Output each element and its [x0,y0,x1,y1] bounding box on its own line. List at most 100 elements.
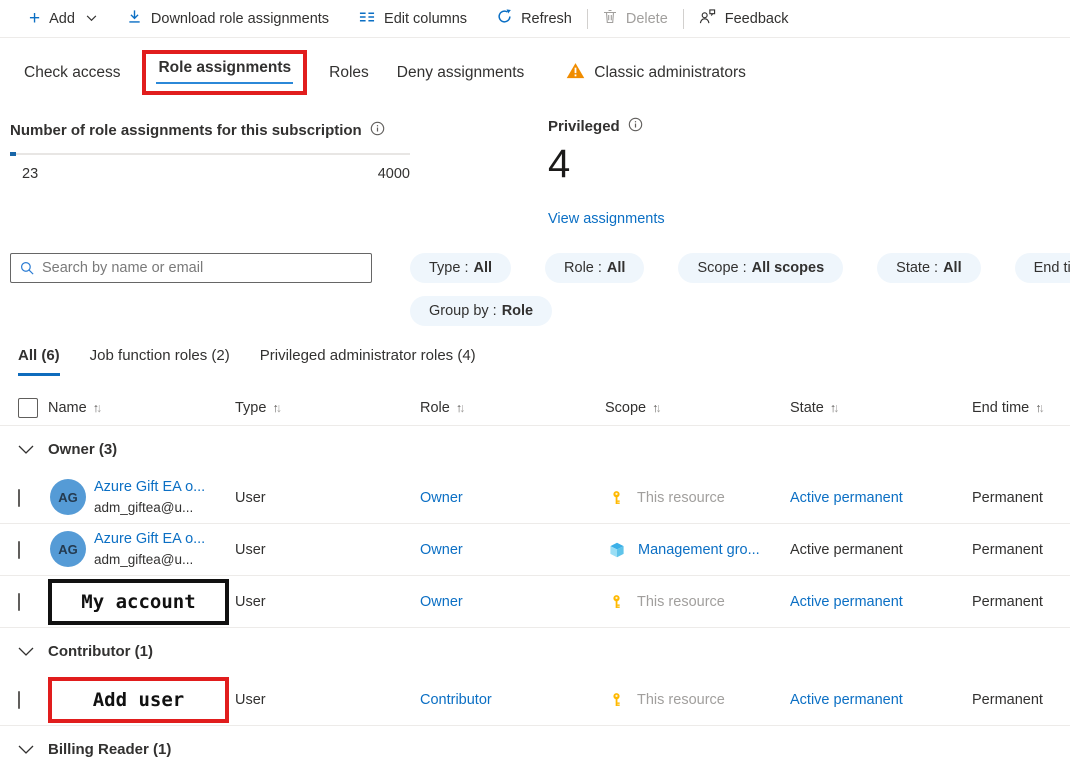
tab-deny-assignments[interactable]: Deny assignments [383,64,539,82]
annotation-box-black: My account [48,579,229,625]
pill-value: All [474,260,493,276]
scope-label[interactable]: Management gro... [638,542,760,558]
pill-label: End time : [1034,260,1070,276]
pill-label: Group by : [429,303,497,319]
chevron-down-icon[interactable] [18,445,48,454]
principal-name-link[interactable]: Azure Gift EA o... [94,529,205,550]
pill-value: All [607,260,626,276]
assignments-progress-fill [10,152,16,156]
info-icon[interactable] [628,117,643,136]
feedback-button[interactable]: Feedback [684,9,804,29]
group-header-row[interactable]: Contributor (1) [0,628,1070,674]
row-checkbox[interactable] [18,489,20,507]
group-header-label: Billing Reader (1) [48,741,235,758]
select-all-checkbox[interactable] [18,398,38,418]
group-by-pill[interactable]: Group by :Role [410,296,552,326]
filter-pill-type[interactable]: Type :All [410,253,511,283]
table-row: AGAzure Gift EA o...adm_giftea@u...UserO… [0,524,1070,576]
group-header-row[interactable]: Owner (3) [0,426,1070,472]
column-label: Name [48,400,87,416]
column-label: End time [972,400,1029,416]
chevron-down-icon [86,15,97,22]
assignments-progress-bar [10,153,410,155]
view-assignments-link[interactable]: View assignments [548,211,665,227]
privileged-count: 4 [548,142,665,187]
state-cell[interactable]: Active permanent [790,594,903,610]
state-cell[interactable]: Active permanent [790,490,903,506]
role-link[interactable]: Contributor [420,692,492,708]
column-header-name[interactable]: Name↑↓ [48,400,235,416]
tab-classic-administrators-label: Classic administrators [594,64,746,82]
refresh-label: Refresh [521,11,572,27]
chevron-down-icon[interactable] [18,647,48,656]
filter-pill-end-time[interactable]: End time : [1015,253,1070,283]
annotation-box-red: Add user [48,677,229,723]
info-icon[interactable] [370,121,385,140]
pill-label: Scope : [697,260,746,276]
type-cell: User [235,490,420,506]
tab-roles[interactable]: Roles [315,64,383,82]
principal-name-link[interactable]: Azure Gift EA o... [94,477,205,498]
view-tab-all[interactable]: All (6) [18,347,60,376]
row-checkbox[interactable] [18,541,20,559]
role-link[interactable]: Owner [420,542,463,558]
column-header-end-time[interactable]: End time↑↓ [972,400,1070,416]
view-tab-job-function-roles[interactable]: Job function roles (2) [90,347,230,376]
end-time-cell: Permanent [972,692,1070,708]
assignments-count-title-text: Number of role assignments for this subs… [10,122,362,139]
row-checkbox[interactable] [18,593,20,611]
column-label: Type [235,400,266,416]
filters-section: Type :All Role :All Scope : All scopes St… [0,253,1070,339]
pill-value: All scopes [752,260,825,276]
avatar: AG [50,479,86,515]
chevron-down-icon[interactable] [18,745,48,754]
delete-button[interactable]: Delete [588,9,683,28]
tab-role-assignments[interactable]: Role assignments [156,59,293,84]
search-input[interactable] [42,260,371,276]
trash-icon [603,9,617,28]
role-link[interactable]: Owner [420,594,463,610]
group-header-row[interactable]: Billing Reader (1) [0,726,1070,772]
group-by-pill-row: Group by :Role [410,296,552,326]
state-cell[interactable]: Active permanent [790,692,903,708]
edit-columns-button[interactable]: Edit columns [344,10,482,28]
view-tab-privileged-admin-roles[interactable]: Privileged administrator roles (4) [260,347,476,376]
key-icon [609,490,624,506]
filter-pill-scope[interactable]: Scope : All scopes [678,253,843,283]
red-highlight-box: Role assignments [142,50,307,95]
refresh-icon [497,9,512,28]
feedback-label: Feedback [725,11,789,27]
download-icon [127,9,142,28]
metrics-section: Number of role assignments for this subs… [10,121,1070,239]
refresh-button[interactable]: Refresh [482,9,587,28]
feedback-person-icon [699,9,716,29]
scope-label: This resource [637,594,725,610]
type-cell: User [235,542,420,558]
avatar: AG [50,531,86,567]
principal-email: adm_giftea@u... [94,498,205,518]
column-header-scope[interactable]: Scope↑↓ [605,400,790,416]
delete-label: Delete [626,11,668,27]
key-icon [609,594,624,610]
column-label: State [790,400,824,416]
pill-label: State : [896,260,938,276]
filter-pill-state[interactable]: State :All [877,253,980,283]
tab-classic-administrators[interactable]: Classic administrators [552,62,760,84]
edit-columns-icon [359,10,375,28]
column-header-type[interactable]: Type↑↓ [235,400,420,416]
privileged-card: Privileged 4 View assignments [548,117,665,227]
role-link[interactable]: Owner [420,490,463,506]
download-role-assignments-button[interactable]: Download role assignments [112,9,344,28]
add-button[interactable]: + Add [14,9,112,28]
table-body: Owner (3)AGAzure Gift EA o...adm_giftea@… [0,426,1070,772]
row-checkbox[interactable] [18,691,20,709]
download-button-label: Download role assignments [151,11,329,27]
assignments-progress-labels: 23 4000 [10,166,410,182]
tab-check-access[interactable]: Check access [10,64,134,82]
filter-pill-role[interactable]: Role :All [545,253,644,283]
column-header-role[interactable]: Role↑↓ [420,400,605,416]
cube-icon [609,542,625,558]
column-header-state[interactable]: State↑↓ [790,400,972,416]
add-button-label: Add [49,11,75,27]
group-header-label: Contributor (1) [48,643,235,660]
